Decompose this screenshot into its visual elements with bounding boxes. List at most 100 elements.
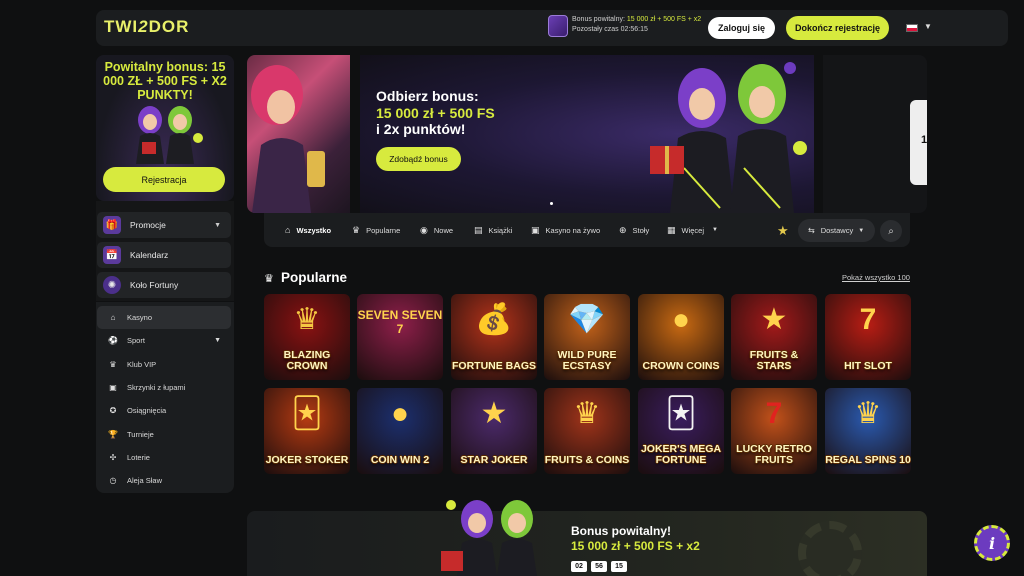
tab-label: Więcej [681, 225, 705, 235]
sidebar-item-loterie[interactable]: ✣ Loterie [97, 446, 231, 469]
game-tile[interactable]: 💰 FORTUNE BAGS [451, 294, 537, 380]
sidebar-item-label: Osiągnięcia [127, 406, 167, 415]
sidebar-item-label: Skrzynki z łupami [127, 383, 186, 392]
tab-kasyno-na-zywo[interactable]: ▣ Kasyno na żywo [531, 222, 600, 238]
sidebar-item-osiagniecia[interactable]: ✪ Osiągnięcia [97, 399, 231, 422]
get-bonus-button[interactable]: Zdobądź bonus [376, 147, 461, 171]
game-symbol: 🃏 [291, 397, 323, 430]
slot-character-image [251, 65, 325, 213]
hero-title-line2: 15 000 zł + 500 FS [376, 104, 495, 121]
live-icon: ▣ [531, 224, 540, 235]
more-icon: ▦ [667, 224, 676, 235]
game-symbol: 💰 [475, 303, 513, 336]
search-button[interactable]: ⌕ [880, 220, 902, 242]
game-tile[interactable]: 7 HIT SLOT [825, 294, 911, 380]
game-tile[interactable]: 💎 WILD PURE ECSTASY [544, 294, 630, 380]
poland-flag-icon[interactable] [906, 24, 918, 32]
game-title: FRUITS & COINS [544, 454, 630, 466]
hero-characters-image [650, 62, 807, 213]
banner-characters-image [441, 500, 537, 576]
game-tile[interactable]: ★ STAR JOKER [451, 388, 537, 474]
next-slide-number: 1 [921, 134, 928, 146]
providers-label: Dostawcy [820, 226, 854, 235]
sidebar-item-aleja-slaw[interactable]: ◷ Aleja Sław [97, 469, 231, 492]
show-all-link[interactable]: Pokaż wszystko 100 [842, 273, 910, 282]
game-tile[interactable]: ♛ BLAZING CROWN [264, 294, 350, 380]
game-tile[interactable]: 🃏 JOKER STOKER [264, 388, 350, 474]
table-icon: ⊕ [619, 224, 627, 235]
sidebar-item-kalendarz[interactable]: 📅 Kalendarz [97, 242, 231, 268]
tab-stoly[interactable]: ⊕ Stoły [619, 222, 649, 238]
lottery-icon: ✣ [109, 453, 117, 462]
game-title: FRUITS & STARS [749, 349, 799, 372]
sidebar-promo-title: Powitalny bonus: 15 000 ZŁ + 500 FS + X2… [103, 60, 227, 102]
game-tile[interactable]: ● CROWN COINS [638, 294, 724, 380]
sidebar-item-label: Turnieje [127, 430, 154, 439]
carousel-dot[interactable] [550, 202, 553, 205]
sidebar-item-label: Promocje [130, 220, 166, 230]
game-title: LUCKY RETRO FRUITS [736, 443, 812, 466]
favorites-star-icon[interactable]: ★ [777, 223, 789, 239]
game-title: FORTUNE BAGS [452, 360, 536, 372]
sidebar-register-button[interactable]: Rejestracja [103, 167, 225, 192]
sidebar-item-kolo-fortuny[interactable]: ✺ Koło Fortuny [97, 272, 231, 298]
game-tile[interactable]: 7 LUCKY RETRO FRUITS [731, 388, 817, 474]
timer-seconds: 15 [611, 561, 627, 572]
tab-wszystko[interactable]: ⌂ Wszystko [285, 222, 331, 238]
hero-title-line3: i 2x punktów! [376, 121, 466, 137]
logo-right: DOR [148, 17, 190, 36]
game-symbol: ● [671, 303, 691, 336]
game-title: WILD PURE ECSTASY [557, 349, 617, 372]
game-title: CROWN COINS [642, 360, 720, 372]
home-icon: ⌂ [285, 225, 291, 235]
game-tile[interactable]: ● COIN WIN 2 [357, 388, 443, 474]
timer-minutes: 56 [591, 561, 607, 572]
chevron-down-icon[interactable]: ▼ [924, 22, 932, 31]
site-logo[interactable]: TWI2DOR [104, 17, 189, 37]
section-title: Popularne [281, 270, 348, 285]
game-symbol: SEVEN SEVEN 7 [357, 308, 443, 336]
sidebar-item-kasyno[interactable]: ⌂ Kasyno [97, 306, 231, 329]
game-symbol: ★ [760, 303, 788, 336]
chevron-down-icon: ▼ [712, 227, 718, 233]
time-left: Pozostały czas 02:56:15 [572, 26, 648, 33]
sidebar-item-label: Aleja Sław [127, 476, 163, 485]
tab-ksiazki[interactable]: ▤ Książki [474, 222, 512, 238]
login-button[interactable]: Zaloguj się [708, 17, 775, 39]
game-tile[interactable]: ♛ REGAL SPINS 10 [825, 388, 911, 474]
providers-dropdown[interactable]: ⇆ Dostawcy ▼ [798, 219, 875, 242]
info-chip-button[interactable]: i [974, 525, 1010, 561]
sidebar-item-promocje[interactable]: 🎁 Promocje ▼ [97, 212, 231, 238]
chevron-down-icon: ▼ [214, 337, 221, 344]
tab-nowe[interactable]: ◉ Nowe [420, 222, 453, 238]
complete-registration-button[interactable]: Dokończ rejestrację [786, 16, 889, 40]
game-tile[interactable]: ♛ FRUITS & COINS [544, 388, 630, 474]
sidebar-item-turnieje[interactable]: 🏆 Turnieje [97, 423, 231, 446]
game-tile[interactable]: ★ FRUITS & STARS [731, 294, 817, 380]
sidebar-item-skrzynki[interactable]: ▣ Skrzynki z łupami [97, 376, 231, 399]
tab-popularne[interactable]: ♛ Popularne [352, 222, 400, 238]
history-icon: ◷ [109, 476, 117, 485]
game-tile[interactable]: 🃏 JOKER'S MEGA FORTUNE [638, 388, 724, 474]
game-title: REGAL SPINS 10 [825, 454, 911, 466]
tab-label: Nowe [433, 225, 454, 235]
bonus-countdown[interactable]: Bonus powitalny: 15 000 zł + 500 FS + x2… [572, 15, 701, 35]
game-title [357, 372, 443, 380]
game-title: COIN WIN 2 [370, 454, 430, 466]
new-icon: ◉ [420, 224, 428, 235]
sidebar-item-klub-vip[interactable]: ♛ Klub VIP [97, 353, 231, 376]
hero-slide-previous[interactable] [247, 55, 350, 213]
hero-title-line1: Odbierz bonus: [376, 88, 479, 104]
sidebar-item-sport[interactable]: ⚽ Sport ▼ [97, 329, 231, 352]
game-symbol: 7 [765, 397, 783, 430]
game-symbol: 💎 [568, 303, 606, 336]
carousel-dots[interactable] [550, 202, 553, 205]
info-icon: i [988, 533, 996, 553]
game-title: JOKER'S MEGA FORTUNE [640, 443, 722, 466]
gift-icon[interactable] [548, 15, 568, 37]
tab-wiecej[interactable]: ▦ Więcej ▼ [667, 222, 718, 238]
logo-left: TWI [104, 17, 139, 36]
tab-label: Wszystko [296, 225, 332, 235]
game-tile[interactable]: SEVEN SEVEN 7 [357, 294, 443, 380]
bonus-amount: 15 000 zł + 500 FS + x2 [626, 16, 702, 23]
